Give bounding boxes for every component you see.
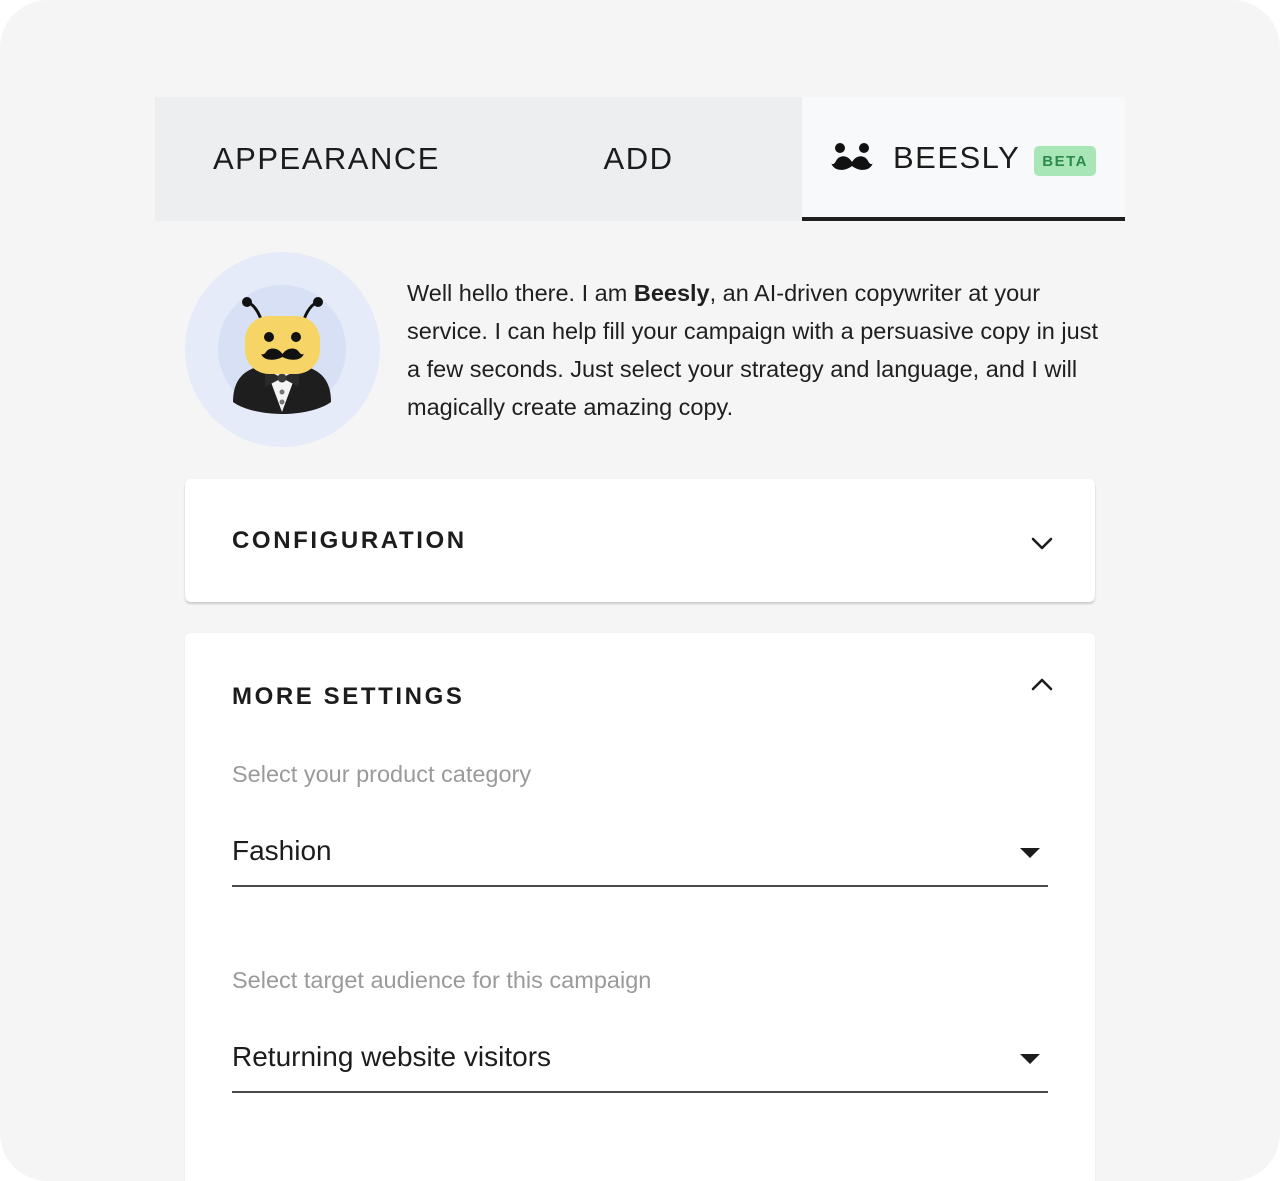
tab-appearance-label: APPEARANCE [213, 141, 440, 176]
chevron-down-icon[interactable] [1031, 537, 1053, 556]
intro-message: Well hello there. I am Beesly, an AI-dri… [407, 274, 1107, 426]
dropdown-caret-icon [1020, 1054, 1040, 1064]
beta-badge: BETA [1034, 146, 1097, 176]
product-category-value: Fashion [232, 835, 332, 866]
bee-mascot-icon [233, 297, 331, 414]
tab-appearance[interactable]: APPEARANCE [155, 97, 475, 221]
tab-beesly-label: BEESLY [892, 140, 1021, 175]
app-frame: APPEARANCE ADD BEESLY BETA Well hello th… [0, 0, 1280, 1181]
intro-bot-name: Beesly [633, 280, 710, 306]
configuration-panel[interactable]: CONFIGURATION [185, 479, 1095, 602]
tab-beesly[interactable]: BEESLY BETA [802, 97, 1125, 221]
target-audience-select[interactable]: Returning website visitors [232, 1037, 1048, 1093]
tab-bar: APPEARANCE ADD BEESLY BETA [155, 97, 1125, 221]
target-audience-value: Returning website visitors [232, 1041, 552, 1072]
avatar [185, 252, 380, 447]
target-audience-label: Select target audience for this campaign [232, 967, 652, 993]
configuration-title: CONFIGURATION [232, 527, 467, 554]
beesly-intro: Well hello there. I am Beesly, an AI-dri… [185, 252, 1105, 452]
more-settings-panel: MORE SETTINGS Select your product catego… [185, 633, 1095, 1181]
dropdown-caret-icon [1020, 848, 1040, 858]
more-settings-title: MORE SETTINGS [232, 683, 465, 710]
product-category-label: Select your product category [232, 761, 532, 787]
tab-add-label: ADD [603, 141, 674, 176]
mustache-icon [830, 142, 873, 174]
chevron-up-icon[interactable] [1031, 677, 1053, 696]
intro-greeting: Well hello there. I am [407, 280, 634, 306]
product-category-select[interactable]: Fashion [232, 831, 1048, 887]
tab-add[interactable]: ADD [475, 97, 802, 221]
